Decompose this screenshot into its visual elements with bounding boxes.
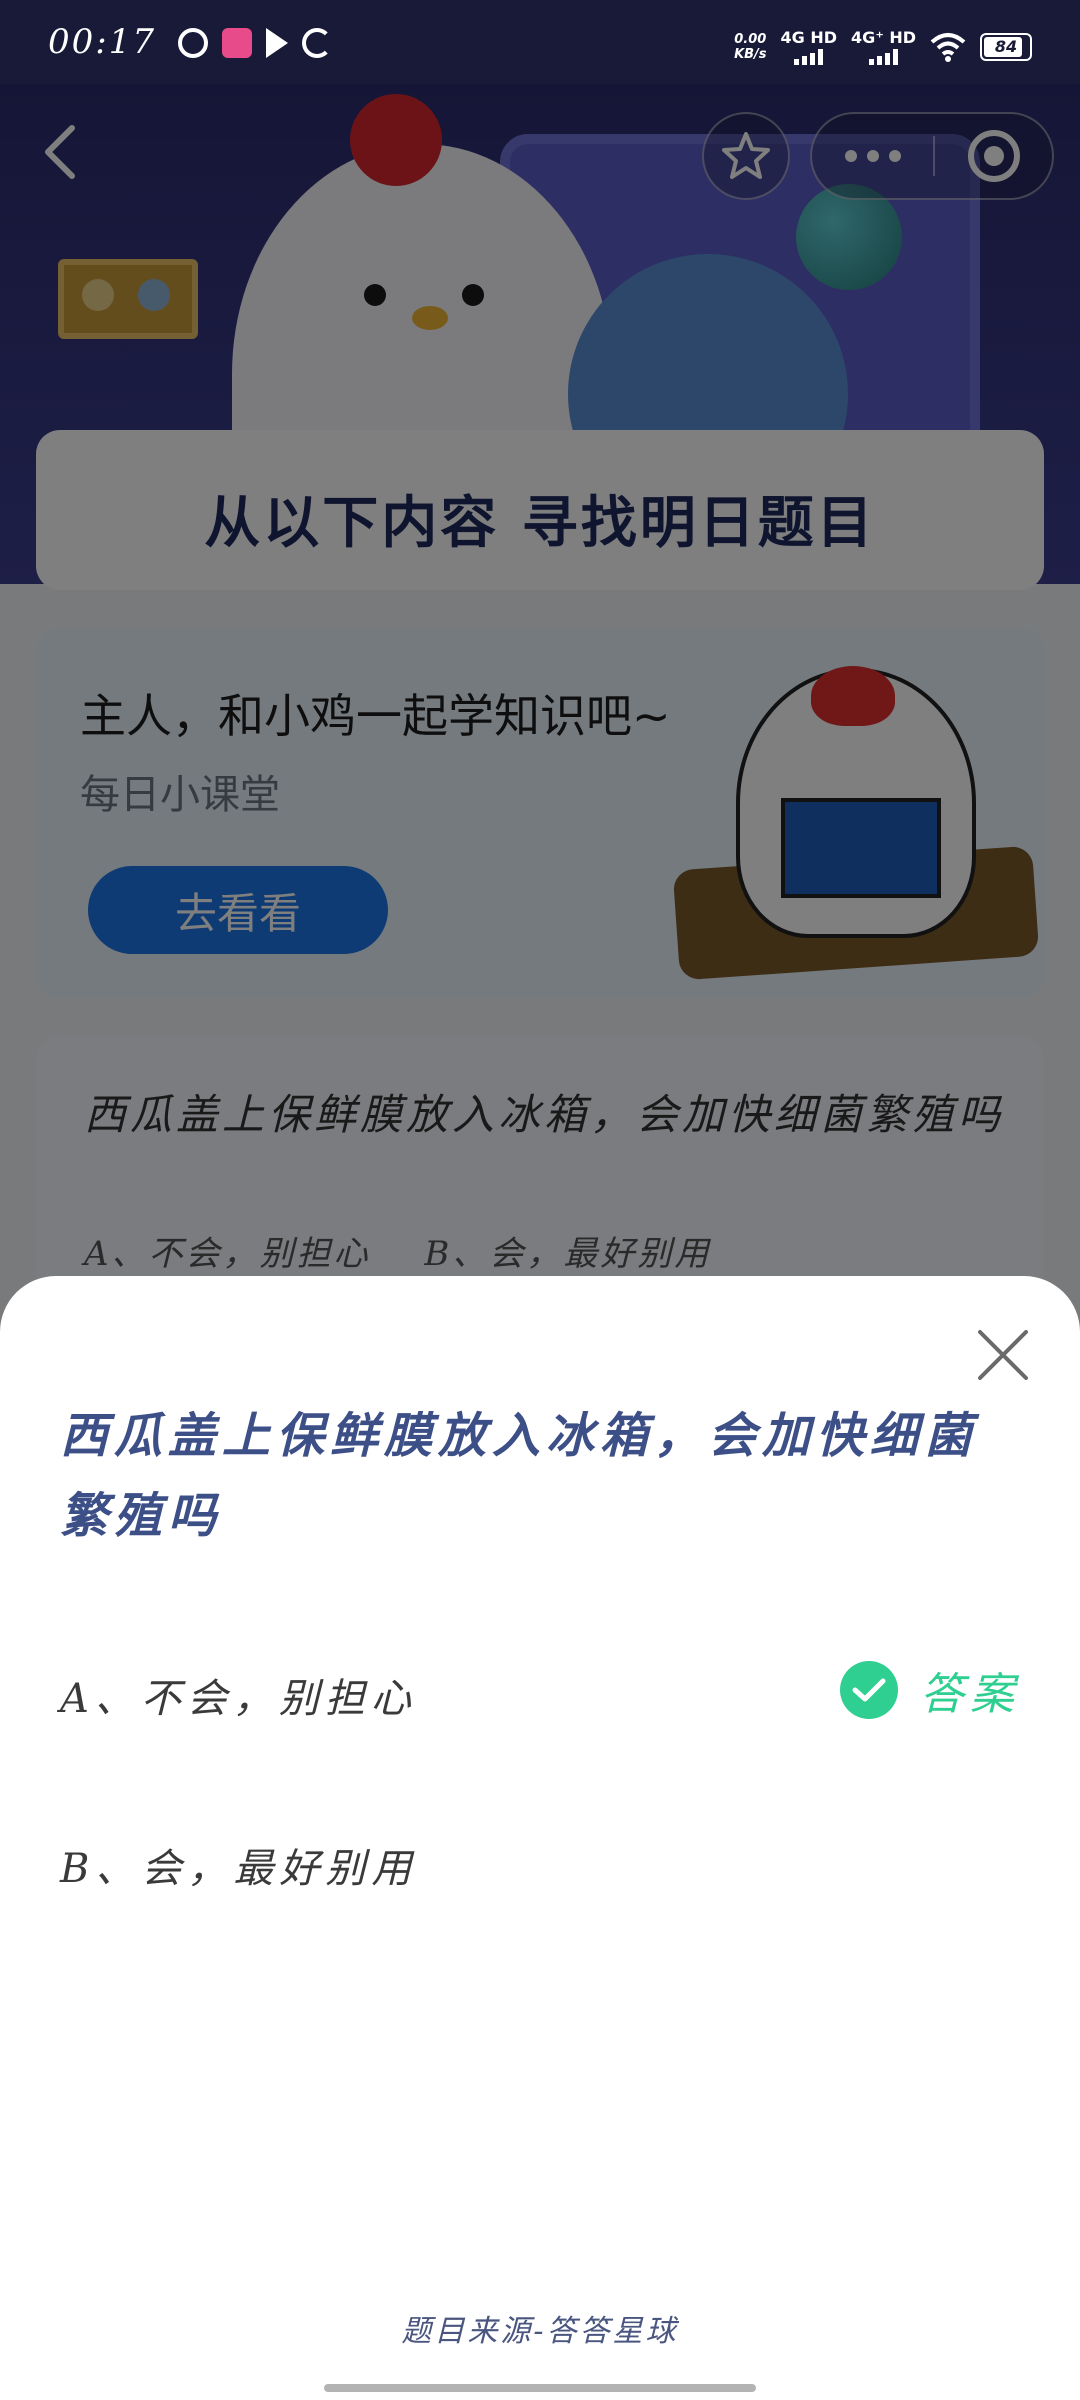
battery-level: 84 <box>994 36 1018 56</box>
video-play-icon <box>266 28 288 58</box>
home-indicator[interactable] <box>324 2384 756 2392</box>
network-speed-value: 0.00 <box>734 31 767 47</box>
weibo-icon <box>178 28 208 58</box>
answer-tag: 答案 <box>840 1658 1020 1722</box>
signal-bars-icon <box>869 49 899 65</box>
sim1-signal: 4G HD <box>780 28 838 65</box>
answer-label: 答案 <box>920 1669 1020 1720</box>
sheet-question-title: 西瓜盖上保鲜膜放入冰箱，会加快细菌繁殖吗 <box>60 1408 979 1544</box>
option-b-label: B、会，最好别用 <box>60 1846 418 1892</box>
status-time: 00:17 <box>48 22 156 62</box>
question-source: 题目来源-答答星球 <box>401 2314 679 2349</box>
option-a-row[interactable]: A、不会，别担心 答案 <box>60 1652 1020 1732</box>
wifi-icon <box>930 32 966 62</box>
close-button[interactable] <box>974 1326 1032 1384</box>
sim1-label: 4G HD <box>780 28 838 47</box>
sim2-label: 4G⁺ HD <box>851 28 916 47</box>
battery-icon: 84 <box>980 32 1032 61</box>
option-b-row[interactable]: B、会，最好别用 <box>60 1822 1020 1902</box>
network-speed-unit: KB/s <box>734 46 767 62</box>
notification-icons <box>178 28 332 58</box>
status-indicators: 0.00 KB/s 4G HD 4G⁺ HD 84 <box>734 28 1032 65</box>
close-icon <box>978 1330 1028 1380</box>
signal-bars-icon <box>794 49 824 65</box>
check-circle-icon <box>840 1661 898 1719</box>
status-bar: 00:17 0.00 KB/s 4G HD 4G⁺ HD 84 <box>0 0 1080 84</box>
sim2-signal: 4G⁺ HD <box>851 28 916 65</box>
network-speed: 0.00 KB/s <box>734 32 766 62</box>
answer-sheet: 西瓜盖上保鲜膜放入冰箱，会加快细菌繁殖吗 A、不会，别担心 答案 B、会，最好别… <box>0 1276 1080 2400</box>
option-a-label: A、不会，别担心 <box>60 1676 417 1722</box>
bilibili-icon <box>222 28 252 58</box>
netease-music-icon <box>302 28 332 58</box>
